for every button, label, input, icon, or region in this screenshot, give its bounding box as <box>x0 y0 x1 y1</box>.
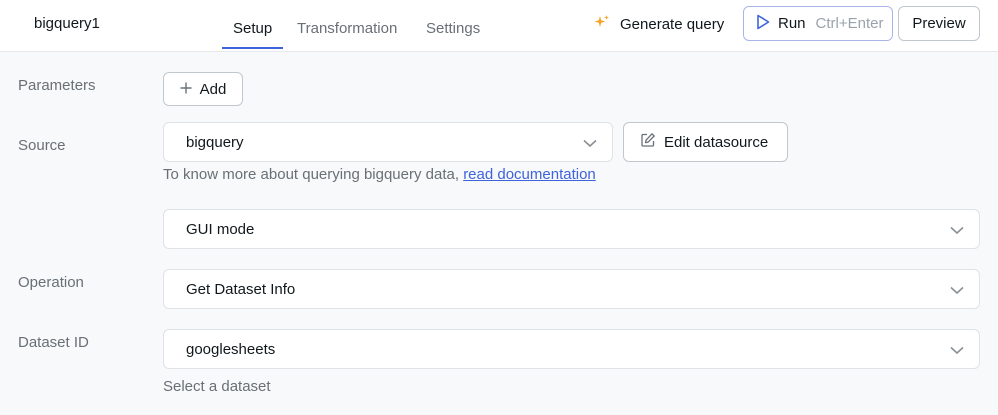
mode-value: GUI mode <box>186 220 255 238</box>
chevron-down-icon <box>582 135 598 155</box>
mode-select[interactable]: GUI mode <box>163 209 980 249</box>
generate-query-button[interactable]: Generate query <box>594 14 724 34</box>
play-icon <box>756 14 770 34</box>
dataset-select[interactable]: googlesheets <box>163 329 980 369</box>
dataset-id-label: Dataset ID <box>18 334 89 351</box>
chevron-down-icon <box>949 342 965 362</box>
generate-query-label: Generate query <box>620 15 725 33</box>
source-value: bigquery <box>186 133 244 151</box>
help-text: To know more about querying bigquery dat… <box>163 166 460 183</box>
run-label: Run <box>778 15 806 32</box>
dataset-hint: Select a dataset <box>163 378 271 395</box>
source-help-text: To know more about querying bigquery dat… <box>163 166 596 183</box>
operation-label: Operation <box>18 274 84 291</box>
tab-settings[interactable]: Settings <box>426 20 480 50</box>
active-tab-indicator <box>222 47 283 49</box>
dataset-value: googlesheets <box>186 340 276 358</box>
edit-datasource-label: Edit datasource <box>664 133 769 151</box>
plus-icon <box>180 81 192 98</box>
operation-value: Get Dataset Info <box>186 280 296 298</box>
run-button[interactable]: Run Ctrl+Enter <box>743 6 893 41</box>
query-header: bigquery1 Setup Transformation Settings … <box>0 0 998 52</box>
operation-select[interactable]: Get Dataset Info <box>163 269 980 309</box>
chevron-down-icon <box>949 222 965 242</box>
add-parameter-button[interactable]: Add <box>163 72 243 106</box>
chevron-down-icon <box>949 282 965 302</box>
add-label: Add <box>199 80 227 98</box>
parameters-label: Parameters <box>18 77 96 94</box>
query-name[interactable]: bigquery1 <box>34 15 100 32</box>
tab-setup[interactable]: Setup <box>233 20 272 50</box>
preview-button[interactable]: Preview <box>898 6 980 41</box>
read-documentation-link[interactable]: read documentation <box>463 166 596 183</box>
sparkle-icon <box>594 14 610 34</box>
source-label: Source <box>18 137 66 154</box>
tab-transformation[interactable]: Transformation <box>297 20 397 50</box>
edit-icon <box>640 132 656 152</box>
source-select[interactable]: bigquery <box>163 122 613 162</box>
run-shortcut: Ctrl+Enter <box>815 15 884 32</box>
edit-datasource-button[interactable]: Edit datasource <box>623 122 788 162</box>
